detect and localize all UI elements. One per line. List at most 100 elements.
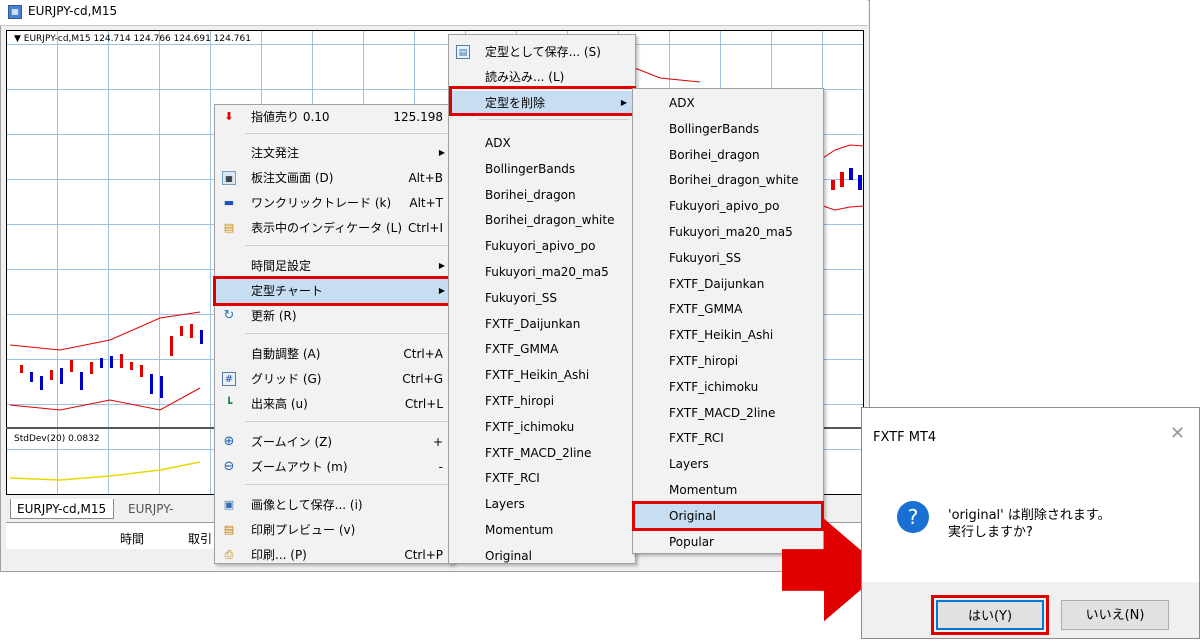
chart-tab-m15[interactable]: EURJPY-cd,M15 <box>10 499 114 519</box>
delete-template-item[interactable]: FXTF_Heikin_Ashi <box>633 323 823 347</box>
delete-template-item[interactable]: ADX <box>633 91 823 115</box>
zoom-out-icon: ⊖ <box>223 459 235 474</box>
menu-item-print-preview[interactable]: ▤ 印刷プレビュー (v) <box>215 518 453 542</box>
candle <box>130 362 133 370</box>
submenu-arrow-icon: ▶ <box>438 261 445 270</box>
template-item[interactable]: Layers <box>449 492 635 516</box>
candle <box>40 376 43 390</box>
board-order-icon: ▦ <box>222 171 236 185</box>
delete-template-item[interactable]: FXTF_ichimoku <box>633 375 823 399</box>
grid-icon: # <box>222 372 236 386</box>
delete-template-item[interactable]: Borihei_dragon_white <box>633 168 823 192</box>
menu-separator <box>245 421 450 422</box>
template-item[interactable]: FXTF_Heikin_Ashi <box>449 363 635 387</box>
delete-template-item[interactable]: FXTF_MACD_2line <box>633 401 823 425</box>
menu-item-one-click-trade[interactable]: ▬ ワンクリックトレード (k) Alt+T <box>215 191 453 215</box>
menu-item-board-order[interactable]: ▦ 板注文画面 (D) Alt+B <box>215 166 453 190</box>
save-image-icon: ▣ <box>223 498 235 511</box>
template-item[interactable]: FXTF_ichimoku <box>449 415 635 439</box>
menu-item-volume[interactable]: ┗ 出来高 (u) Ctrl+L <box>215 392 453 416</box>
menu-separator <box>245 333 450 334</box>
candle <box>20 365 23 373</box>
template-item[interactable]: FXTF_MACD_2line <box>449 441 635 465</box>
no-button[interactable]: いいえ(N) <box>1061 600 1169 630</box>
menu-item-timeframe[interactable]: 時間足設定 ▶ <box>215 254 453 278</box>
delete-template-item[interactable]: Layers <box>633 452 823 476</box>
candle <box>70 360 73 372</box>
candle <box>200 330 203 344</box>
menu-separator <box>245 245 450 246</box>
menu-item-grid[interactable]: # グリッド (G) Ctrl+G <box>215 367 453 391</box>
chart-tab-m30[interactable]: EURJPY-cd,M30 <box>122 499 222 536</box>
question-icon: ? <box>897 501 929 533</box>
delete-template-item[interactable]: Fukuyori_SS <box>633 246 823 270</box>
dialog-close-icon[interactable]: ✕ <box>1170 423 1185 444</box>
zoom-in-icon: ⊕ <box>223 434 235 449</box>
delete-template-item[interactable]: Borihei_dragon <box>633 143 823 167</box>
candle <box>60 368 63 384</box>
template-item[interactable]: Fukuyori_apivo_po <box>449 234 635 258</box>
template-item[interactable]: FXTF_hiropi <box>449 389 635 413</box>
candle <box>100 358 103 368</box>
menu-item-zoom-in[interactable]: ⊕ ズームイン (Z) + <box>215 430 453 454</box>
dialog-title: FXTF MT4 <box>873 430 937 445</box>
highlight-box-delete-template <box>449 86 636 116</box>
delete-template-item[interactable]: FXTF_hiropi <box>633 349 823 373</box>
candle <box>180 326 183 336</box>
candle <box>120 354 123 368</box>
template-item[interactable]: Fukuyori_ma20_ma5 <box>449 260 635 284</box>
candle <box>840 172 844 187</box>
column-header-trade[interactable]: 取引 <box>188 530 212 547</box>
template-item[interactable]: FXTF_RCI <box>449 466 635 490</box>
candle <box>170 336 173 356</box>
print-icon: ⎙ <box>224 548 234 561</box>
chart-context-menu: ⬇ 指値売り 0.10 125.198 注文発注 ▶ ▦ 板注文画面 (D) A… <box>214 104 454 564</box>
bollinger-lower-right <box>819 204 865 211</box>
delete-template-item[interactable]: FXTF_RCI <box>633 426 823 450</box>
template-item[interactable]: Fukuyori_SS <box>449 286 635 310</box>
candle <box>110 356 113 368</box>
delete-template-item[interactable]: FXTF_Daijunkan <box>633 272 823 296</box>
volume-icon: ┗ <box>225 397 233 410</box>
delete-template-item[interactable]: BollingerBands <box>633 117 823 141</box>
candle <box>50 370 53 380</box>
delete-template-item[interactable]: FXTF_GMMA <box>633 297 823 321</box>
template-item[interactable]: ADX <box>449 131 635 155</box>
submenu-arrow-icon: ▶ <box>438 148 445 157</box>
candle <box>90 362 93 374</box>
menu-item-print[interactable]: ⎙ 印刷... (P) Ctrl+P <box>215 543 453 563</box>
candle <box>160 376 163 398</box>
template-item[interactable]: Borihei_dragon <box>449 183 635 207</box>
template-item[interactable]: Original <box>449 544 635 563</box>
bollinger-lower-left <box>9 387 201 411</box>
delete-template-item[interactable]: Momentum <box>633 478 823 502</box>
menu-item-auto-scroll[interactable]: 自動調整 (A) Ctrl+A <box>215 342 453 366</box>
menu-item-save-template[interactable]: ▤ 定型として保存... (S) <box>449 40 635 64</box>
template-item[interactable]: FXTF_GMMA <box>449 337 635 361</box>
menu-item-order[interactable]: 注文発注 ▶ <box>215 141 453 165</box>
menu-item-refresh[interactable]: ↻ 更新 (R) <box>215 304 453 328</box>
template-item[interactable]: Momentum <box>449 518 635 542</box>
dialog-message-line2: 実行しますか? <box>948 525 1033 540</box>
menu-item-sell-limit[interactable]: ⬇ 指値売り 0.10 125.198 <box>215 105 453 129</box>
highlight-box-yes <box>931 595 1049 635</box>
stddev-line <box>9 461 201 481</box>
delete-template-submenu: ADX BollingerBands Borihei_dragon Borihei_d… <box>632 88 824 554</box>
menu-separator <box>245 484 450 485</box>
template-item[interactable]: BollingerBands <box>449 157 635 181</box>
menu-item-indicator-list[interactable]: ▤ 表示中のインディケータ (L) Ctrl+I <box>215 216 453 240</box>
candle <box>858 175 862 190</box>
delete-template-item[interactable]: Fukuyori_apivo_po <box>633 194 823 218</box>
candle <box>831 180 835 190</box>
column-header-time[interactable]: 時間 <box>120 530 144 547</box>
delete-template-item[interactable]: Fukuyori_ma20_ma5 <box>633 220 823 244</box>
menu-item-zoom-out[interactable]: ⊖ ズームアウト (m) - <box>215 455 453 479</box>
candle <box>150 374 153 394</box>
save-template-icon: ▤ <box>456 45 470 59</box>
template-item[interactable]: Borihei_dragon_white <box>449 208 635 232</box>
print-preview-icon: ▤ <box>223 523 235 536</box>
menu-separator <box>479 119 629 120</box>
template-item[interactable]: FXTF_Daijunkan <box>449 312 635 336</box>
menu-item-save-image[interactable]: ▣ 画像として保存... (i) <box>215 493 453 517</box>
highlight-box-template-chart <box>213 276 453 306</box>
